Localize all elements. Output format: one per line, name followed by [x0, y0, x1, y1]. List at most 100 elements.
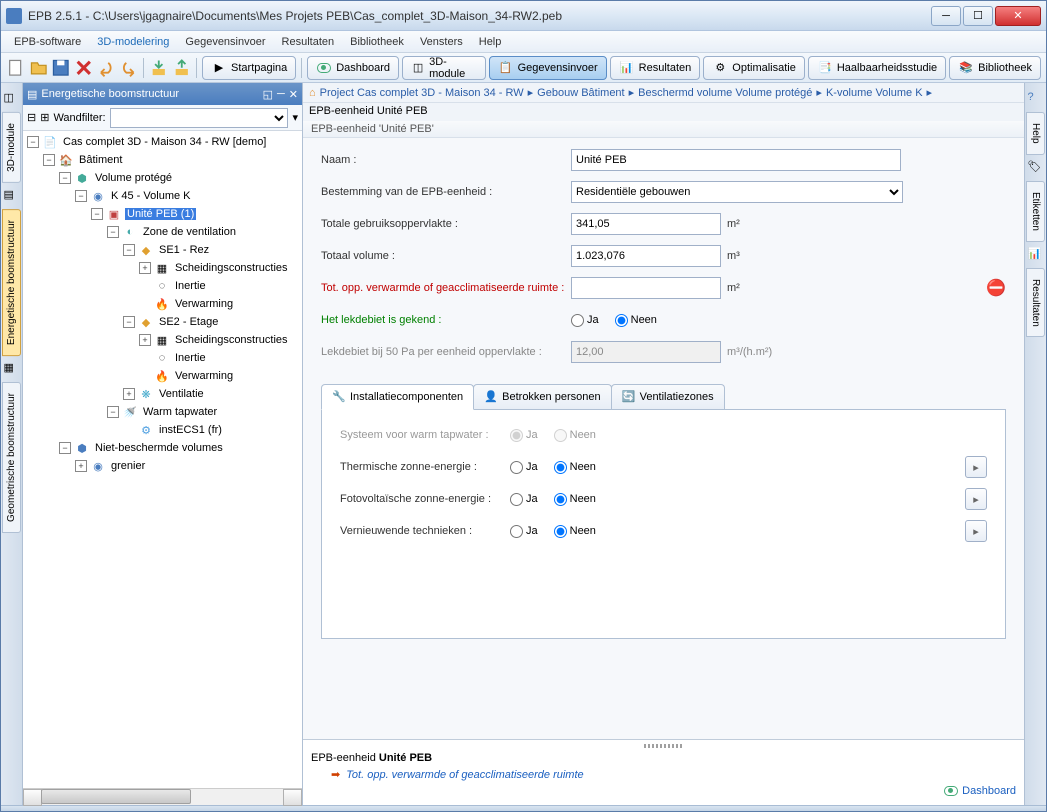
new-icon[interactable] [6, 57, 26, 79]
sub-tabs: 🔧Installatiecomponenten 👤Betrokken perso… [321, 384, 1006, 409]
rail-tab-resultaten[interactable]: Resultaten [1026, 268, 1045, 338]
tree-unite-peb[interactable]: −▣Unité PEB (1) [25, 205, 300, 223]
tree-body[interactable]: −📄Cas complet 3D - Maison 34 - RW [demo]… [23, 131, 302, 788]
tree-se2[interactable]: −◆SE2 - Etage [25, 313, 300, 331]
vernieuw-neen[interactable]: Neen [554, 525, 596, 538]
unit-m3: m³ [727, 250, 740, 262]
fotovolt-ja[interactable]: Ja [510, 493, 538, 506]
lekdebiet-gekend-label: Het lekdebiet is gekend : [321, 314, 571, 326]
rail-tab-energetische[interactable]: Energetische boomstructuur [2, 209, 21, 356]
close-button[interactable]: ✕ [995, 6, 1041, 26]
content-panel: ⌂ Project Cas complet 3D - Maison 34 - R… [303, 83, 1024, 805]
lekdebiet-neen-radio[interactable]: Neen [615, 314, 657, 327]
statusbar [1, 805, 1046, 811]
thermische-neen[interactable]: Neen [554, 461, 596, 474]
lekdebiet-ja-radio[interactable]: Ja [571, 314, 599, 327]
gegevensinvoer-button[interactable]: 📋Gegevensinvoer [489, 56, 607, 80]
undo-icon[interactable] [96, 57, 116, 79]
resultaten-button[interactable]: 📊Resultaten [610, 56, 701, 80]
totaal-vol-input[interactable] [571, 245, 721, 267]
menu-vensters[interactable]: Vensters [412, 33, 471, 51]
menu-resultaten[interactable]: Resultaten [274, 33, 343, 51]
tree-k45[interactable]: −◉K 45 - Volume K [25, 187, 300, 205]
tree-batiment[interactable]: −🏠Bâtiment [25, 151, 300, 169]
bestemming-select[interactable]: Residentiële gebouwen [571, 181, 903, 203]
collapse-all-icon[interactable]: ⊟ [27, 111, 36, 124]
bc-kvolume[interactable]: K-volume Volume K [826, 87, 923, 99]
menu-3d-modelering[interactable]: 3D-modelering [89, 33, 177, 51]
bottom-dashboard-link[interactable]: Dashboard [311, 785, 1016, 797]
tree-root[interactable]: −📄Cas complet 3D - Maison 34 - RW [demo] [25, 133, 300, 151]
home-icon[interactable]: ⌂ [309, 87, 316, 99]
tree-zone-ventilation[interactable]: −◐Zone de ventilation [25, 223, 300, 241]
save-icon[interactable] [51, 57, 71, 79]
bestemming-label: Bestemming van de EPB-eenheid : [321, 186, 571, 198]
tree-grenier[interactable]: +◉grenier [25, 457, 300, 475]
rail-tab-3d-module[interactable]: 3D-module [2, 112, 21, 183]
tree-scheid1[interactable]: +▦Scheidingsconstructies [25, 259, 300, 277]
arrow-icon: ➡ [331, 768, 340, 781]
menu-help[interactable]: Help [471, 33, 510, 51]
tab-installatie[interactable]: 🔧Installatiecomponenten [321, 384, 474, 410]
redo-icon[interactable] [119, 57, 139, 79]
tree-inertie1[interactable]: ◌Inertie [25, 277, 300, 295]
bc-beschermd[interactable]: Beschermd volume Volume protégé [638, 87, 812, 99]
chevron-down-icon[interactable]: ▾ [292, 111, 298, 124]
tab-ventilatie[interactable]: 🔄Ventilatiezones [611, 384, 725, 409]
delete-icon[interactable] [74, 57, 94, 79]
naam-label: Naam : [321, 154, 571, 166]
tree-instecs[interactable]: ⚙instECS1 (fr) [25, 421, 300, 439]
tab-betrokken[interactable]: 👤Betrokken personen [473, 384, 611, 409]
startpagina-button[interactable]: ▶Startpagina [202, 56, 296, 80]
tree-se1[interactable]: −◆SE1 - Rez [25, 241, 300, 259]
fotovolt-expand[interactable]: ▸ [965, 488, 987, 510]
maximize-button[interactable]: ☐ [963, 6, 993, 26]
geo-icon: ▦ [4, 361, 20, 377]
tree-close-icon[interactable]: ✕ [289, 88, 298, 101]
tree-warm-tapwater[interactable]: −🚿Warm tapwater [25, 403, 300, 421]
vernieuw-ja[interactable]: Ja [510, 525, 538, 538]
tree-minimize-icon[interactable]: ─ [277, 88, 285, 100]
rail-tab-help[interactable]: Help [1026, 112, 1045, 155]
tree-inertie2[interactable]: ◌Inertie [25, 349, 300, 367]
expand-all-icon[interactable]: ⊞ [40, 111, 49, 124]
thermische-ja[interactable]: Ja [510, 461, 538, 474]
thermische-expand[interactable]: ▸ [965, 456, 987, 478]
tree-volume-protege[interactable]: −⬢Volume protégé [25, 169, 300, 187]
rail-tab-etiketten[interactable]: Etiketten [1026, 181, 1045, 242]
tree-verwarming2[interactable]: 🔥Verwarming [25, 367, 300, 385]
tree-ventilatie[interactable]: +❋Ventilatie [25, 385, 300, 403]
menu-epb-software[interactable]: EPB-software [6, 33, 89, 51]
rail-tab-geometrische[interactable]: Geometrische boomstructuur [2, 382, 21, 533]
bc-project[interactable]: Project Cas complet 3D - Maison 34 - RW [320, 87, 524, 99]
open-icon[interactable] [29, 57, 49, 79]
bibliotheek-button[interactable]: 📚Bibliotheek [949, 56, 1041, 80]
bc-gebouw[interactable]: Gebouw Bâtiment [537, 87, 624, 99]
3d-module-button[interactable]: ◫3D-module [402, 56, 486, 80]
vernieuw-expand[interactable]: ▸ [965, 520, 987, 542]
tree-scheid2[interactable]: +▦Scheidingsconstructies [25, 331, 300, 349]
export-icon[interactable] [172, 57, 192, 79]
import-icon[interactable] [149, 57, 169, 79]
minimize-button[interactable]: ─ [931, 6, 961, 26]
totale-opp-input[interactable] [571, 213, 721, 235]
haalbaarheidsstudie-button[interactable]: 📑Haalbaarheidsstudie [808, 56, 946, 80]
tree-niet-beschermde[interactable]: −⬢Niet-beschermde volumes [25, 439, 300, 457]
chart-icon: 📊 [1028, 247, 1044, 263]
menu-bibliotheek[interactable]: Bibliotheek [342, 33, 412, 51]
bottom-warning: ➡Tot. opp. verwarmde of geacclimatiseerd… [311, 764, 1016, 785]
fotovolt-neen[interactable]: Neen [554, 493, 596, 506]
optimalisatie-button[interactable]: ⚙Optimalisatie [703, 56, 805, 80]
resize-handle[interactable] [644, 744, 684, 748]
tree-panel: ▤ Energetische boomstructuur ◱ ─ ✕ ⊟ ⊞ W… [23, 83, 303, 805]
tree-scrollbar-h[interactable] [23, 788, 302, 805]
tree-verwarming1[interactable]: 🔥Verwarming [25, 295, 300, 313]
form-area: Naam : Bestemming van de EPB-eenheid : R… [303, 138, 1024, 374]
tree-detach-icon[interactable]: ◱ [263, 88, 273, 101]
naam-input[interactable] [571, 149, 901, 171]
menu-gegevensinvoer[interactable]: Gegevensinvoer [177, 33, 273, 51]
unit-m3hm2: m³/(h.m²) [727, 346, 772, 358]
filter-select[interactable] [110, 108, 289, 128]
dashboard-button[interactable]: Dashboard [307, 56, 399, 80]
tot-opp-verw-input[interactable] [571, 277, 721, 299]
